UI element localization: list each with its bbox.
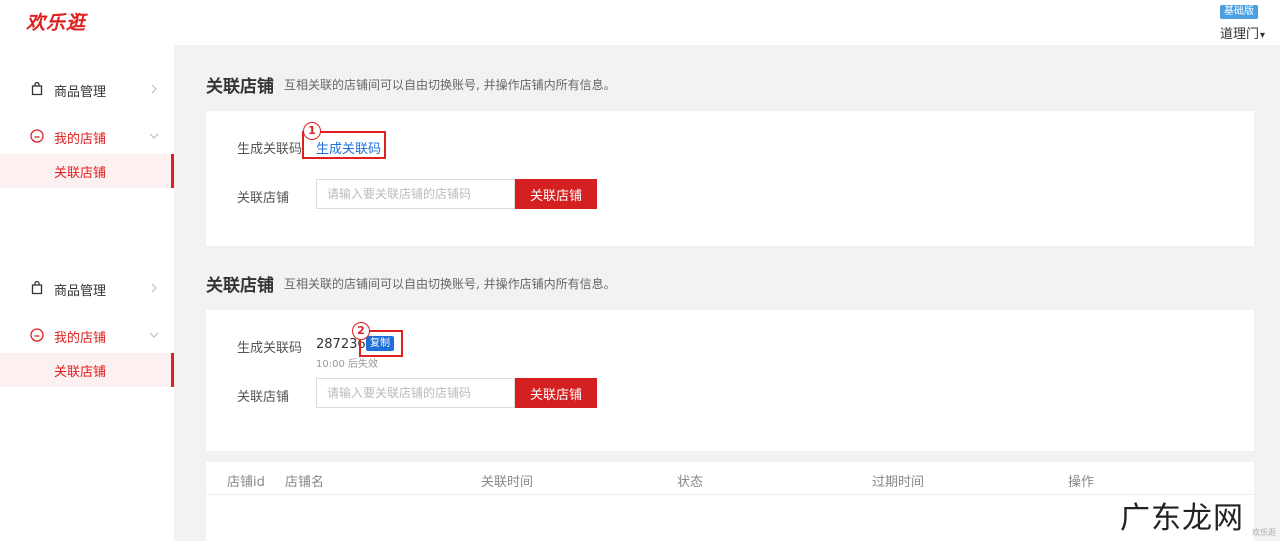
chevron-down-icon xyxy=(149,133,159,139)
sidebar-item-product-management[interactable]: 商品管理 xyxy=(0,272,174,306)
step-marker: 2 xyxy=(352,322,370,340)
column-store-name: 店铺名 xyxy=(285,475,325,490)
generate-code-link[interactable]: 生成关联码 xyxy=(316,138,381,157)
expire-hint: 10:00 后失效 xyxy=(316,359,378,370)
sidebar-item-my-store[interactable]: 我的店铺 xyxy=(0,120,174,154)
sidebar-subitem-label: 关联店铺 xyxy=(54,365,107,380)
link-store-label: 关联店铺 xyxy=(237,191,290,206)
column-actions: 操作 xyxy=(1068,475,1095,490)
link-store-card: 生成关联码 287236 复制 2 10:00 后失效 关联店铺 关联店铺 xyxy=(206,310,1254,451)
page-description: 互相关联的店铺间可以自由切换账号, 并操作店铺内所有信息。 xyxy=(284,277,616,291)
active-indicator xyxy=(171,353,174,387)
sidebar-subitem-linked-store[interactable]: 关联店铺 xyxy=(0,353,174,387)
sidebar-item-label: 商品管理 xyxy=(54,284,107,299)
sidebar-item-label: 商品管理 xyxy=(54,85,107,100)
page-title: 关联店铺 xyxy=(206,276,274,296)
shopping-bag-icon xyxy=(31,82,43,96)
user-name: 道理门 xyxy=(1220,27,1260,42)
user-menu[interactable]: 道理门▾ xyxy=(1220,23,1265,42)
top-header: 欢乐逛 基础版 道理门▾ xyxy=(0,0,1280,45)
link-store-card: 生成关联码 生成关联码 1 关联店铺 关联店铺 xyxy=(206,111,1254,246)
column-store-id: 店铺id xyxy=(227,475,265,490)
page-title: 关联店铺 xyxy=(206,77,274,97)
step-marker: 1 xyxy=(303,122,321,140)
store-code-input[interactable] xyxy=(316,179,515,209)
link-store-button[interactable]: 关联店铺 xyxy=(515,378,597,408)
link-store-button[interactable]: 关联店铺 xyxy=(515,179,597,209)
chevron-right-icon xyxy=(151,84,157,94)
linked-stores-table: 店铺id 店铺名 关联时间 状态 过期时间 操作 xyxy=(206,462,1254,541)
app-logo[interactable]: 欢乐逛 xyxy=(26,8,86,35)
chevron-right-icon xyxy=(151,283,157,293)
section-header: 关联店铺 互相关联的店铺间可以自由切换账号, 并操作店铺内所有信息。 xyxy=(206,271,616,296)
table-header: 店铺id 店铺名 关联时间 状态 过期时间 操作 xyxy=(206,462,1254,495)
sidebar-subitem-linked-store[interactable]: 关联店铺 xyxy=(0,154,174,188)
plan-badge: 基础版 xyxy=(1220,5,1258,19)
sidebar-item-label: 我的店铺 xyxy=(54,331,107,346)
column-expire-time: 过期时间 xyxy=(872,475,925,490)
watermark-subtext: 欢乐逛 xyxy=(1252,528,1276,537)
sidebar: 商品管理 我的店铺 关联店铺 商品管理 我的店铺 关联店铺 xyxy=(0,45,174,541)
watermark-text: 广东龙网 xyxy=(1120,501,1244,536)
generate-code-label: 生成关联码 xyxy=(237,341,303,356)
section-header: 关联店铺 互相关联的店铺间可以自由切换账号, 并操作店铺内所有信息。 xyxy=(206,72,616,97)
link-store-label: 关联店铺 xyxy=(237,390,290,405)
shopping-bag-icon xyxy=(31,281,43,295)
generate-code-label: 生成关联码 xyxy=(237,142,303,157)
column-status: 状态 xyxy=(677,475,704,490)
chevron-down-icon xyxy=(149,332,159,338)
sidebar-subitem-label: 关联店铺 xyxy=(54,166,107,181)
column-link-time: 关联时间 xyxy=(481,475,534,490)
sidebar-item-product-management[interactable]: 商品管理 xyxy=(0,73,174,107)
caret-down-icon: ▾ xyxy=(1260,30,1266,41)
sidebar-item-label: 我的店铺 xyxy=(54,132,107,147)
copy-button[interactable]: 复制 xyxy=(366,336,394,351)
sidebar-item-my-store[interactable]: 我的店铺 xyxy=(0,319,174,353)
smile-icon xyxy=(30,328,44,342)
smile-icon xyxy=(30,129,44,143)
active-indicator xyxy=(171,154,174,188)
store-code-input[interactable] xyxy=(316,378,515,408)
page-description: 互相关联的店铺间可以自由切换账号, 并操作店铺内所有信息。 xyxy=(284,78,616,92)
